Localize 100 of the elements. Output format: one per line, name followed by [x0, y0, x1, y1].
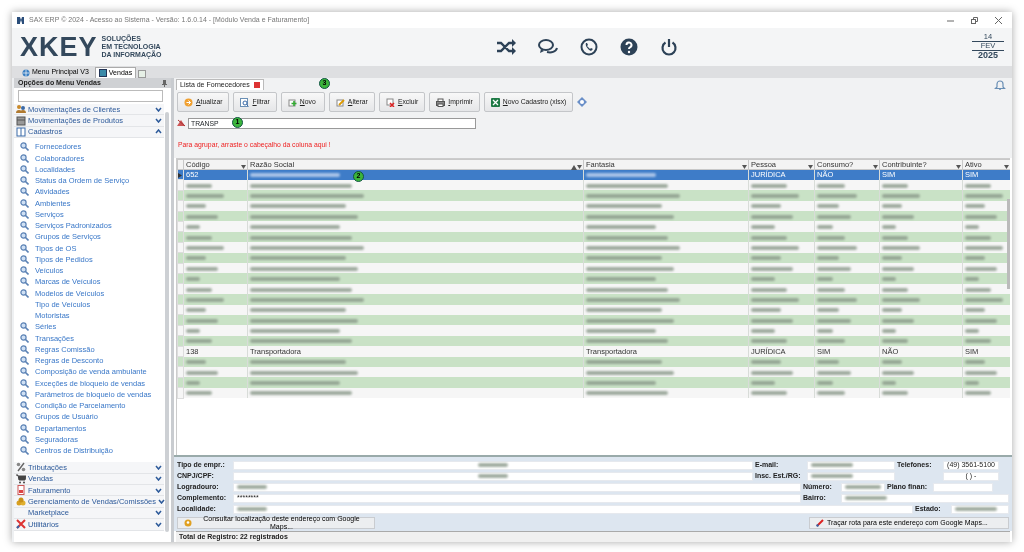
blurred-text — [186, 329, 200, 334]
search-field[interactable] — [18, 90, 163, 102]
close-icon[interactable] — [253, 82, 260, 88]
blurred-text — [586, 381, 656, 385]
people-icon — [16, 104, 26, 115]
text-field[interactable] — [233, 460, 753, 470]
blurred-text — [882, 370, 914, 375]
text-field[interactable] — [841, 493, 1009, 503]
blurred-text — [845, 485, 881, 489]
blurred-text — [817, 225, 833, 230]
text-field[interactable] — [841, 482, 885, 492]
bell-icon[interactable] — [994, 79, 1006, 90]
search-icon — [20, 288, 29, 298]
document-icon — [16, 485, 26, 496]
blurred-text — [965, 225, 979, 230]
blurred-text — [965, 194, 1003, 198]
search-icon — [20, 153, 29, 163]
blurred-text — [186, 360, 206, 365]
blurred-text — [751, 339, 787, 344]
shuffle-icon[interactable] — [495, 38, 516, 56]
blurred-text — [882, 256, 902, 261]
chat-icon[interactable] — [537, 38, 558, 56]
blurred-text — [186, 194, 224, 198]
app-icon — [16, 15, 25, 25]
search-icon — [20, 209, 29, 219]
blurred-text — [817, 235, 845, 240]
blurred-text — [186, 225, 200, 230]
screen-icon — [98, 69, 107, 77]
blurred-text — [965, 256, 985, 261]
search-icon — [20, 254, 29, 264]
globe-icon — [22, 68, 30, 77]
text-field[interactable] — [233, 471, 753, 481]
blurred-text — [817, 245, 857, 250]
blurred-text — [186, 318, 218, 323]
blurred-text — [751, 360, 781, 365]
blurred-text — [882, 225, 896, 230]
blurred-text — [478, 474, 508, 478]
cart-icon — [16, 473, 26, 484]
blurred-text — [186, 245, 224, 250]
help-icon[interactable] — [619, 38, 638, 56]
blurred-text — [965, 297, 1003, 302]
blurred-text — [955, 507, 997, 511]
blurred-text — [882, 297, 920, 302]
refresh-icon — [184, 97, 193, 107]
date-year: 2025 — [977, 51, 999, 62]
blurred-text — [965, 339, 991, 344]
search-icon — [20, 142, 29, 152]
coins-icon — [16, 496, 26, 507]
blurred-text — [751, 277, 775, 282]
tab-close-button[interactable] — [138, 70, 147, 78]
blurred-text — [817, 194, 857, 198]
blurred-text — [751, 370, 793, 375]
blurred-text — [186, 287, 212, 292]
printer-icon — [436, 97, 446, 107]
blurred-text — [965, 381, 979, 385]
blurred-text — [965, 360, 985, 365]
blurred-text — [965, 308, 985, 313]
search-icon — [20, 322, 29, 332]
text-field[interactable] — [807, 471, 895, 481]
blurred-text — [817, 381, 833, 385]
phone-bubble-icon[interactable] — [579, 38, 598, 56]
blurred-text — [882, 287, 908, 292]
blurred-text — [186, 381, 200, 385]
text-field[interactable] — [233, 482, 801, 492]
blurred-text — [186, 370, 218, 375]
search-icon — [20, 412, 29, 422]
route-icon — [816, 519, 824, 527]
blurred-text — [751, 329, 775, 334]
blurred-text — [751, 287, 787, 292]
blurred-text — [186, 339, 212, 344]
blurred-text — [817, 339, 845, 344]
blurred-text — [186, 277, 200, 282]
magnifier-icon — [240, 97, 250, 107]
search-icon — [20, 344, 29, 354]
map-pin-icon — [184, 519, 192, 527]
blurred-text — [811, 474, 853, 478]
blurred-text — [882, 329, 896, 334]
blurred-text — [882, 318, 914, 323]
blurred-text — [882, 391, 908, 396]
search-icon — [20, 266, 29, 276]
search-icon — [20, 221, 29, 231]
add-icon — [287, 97, 297, 107]
search-icon — [20, 401, 29, 411]
blurred-text — [882, 204, 902, 209]
scrollbar[interactable] — [165, 112, 169, 532]
blurred-text — [965, 204, 985, 209]
blurred-text — [882, 277, 896, 282]
blurred-text — [186, 256, 206, 261]
blurred-text — [186, 266, 218, 271]
filter-clear-icon[interactable] — [177, 119, 186, 127]
text-field[interactable] — [951, 504, 1009, 514]
blurred-text — [586, 277, 656, 282]
pin-icon[interactable] — [162, 79, 167, 87]
power-icon[interactable] — [659, 38, 678, 56]
blurred-text — [965, 287, 991, 292]
text-field[interactable] — [933, 482, 993, 492]
blurred-text — [817, 370, 851, 375]
text-field[interactable] — [233, 504, 913, 514]
text-field[interactable] — [807, 460, 895, 470]
scrollbar[interactable] — [1007, 199, 1010, 289]
